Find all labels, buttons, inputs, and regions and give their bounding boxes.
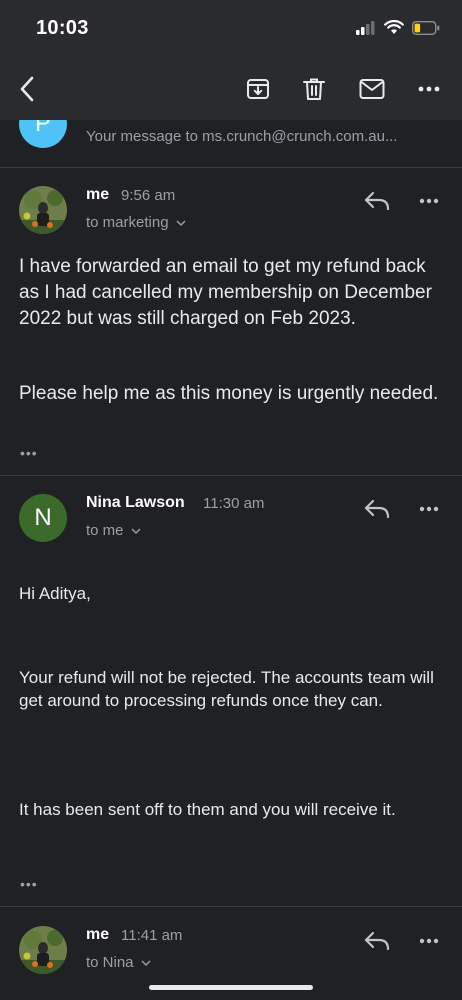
chevron-left-icon: [20, 76, 34, 102]
status-bar: 10:03: [0, 0, 462, 58]
status-time: 10:03: [36, 17, 89, 39]
avatar-nina: N: [19, 494, 67, 542]
archive-icon: [247, 79, 269, 99]
message-body-paragraph: I have forwarded an email to get my refu…: [19, 256, 432, 329]
more-horizontal-icon: [419, 506, 439, 512]
profile-photo-icon: [19, 926, 67, 974]
back-button-overlay[interactable]: [10, 72, 44, 106]
home-indicator[interactable]: [149, 985, 313, 990]
recipient-text: to Nina: [86, 954, 134, 971]
archive-button-overlay[interactable]: [241, 72, 275, 106]
message-more-button[interactable]: [414, 188, 444, 214]
divider: [0, 475, 462, 476]
recipient-text: to marketing: [86, 214, 169, 231]
reply-button[interactable]: [362, 496, 392, 522]
divider: [0, 906, 462, 907]
reply-icon: [364, 191, 390, 211]
show-trimmed-button[interactable]: •••: [20, 445, 38, 461]
sender-name: Nina Lawson: [86, 494, 185, 511]
avatar-me: [19, 926, 67, 974]
message-time: 9:56 am: [121, 187, 176, 204]
toolbar-overlay: [0, 58, 462, 120]
message-time: 11:30 am: [203, 495, 265, 512]
battery-icon: [412, 20, 440, 35]
message-body-paragraph: Your refund will not be rejected. The ac…: [19, 668, 434, 710]
message-body-paragraph: Hi Aditya,: [19, 584, 91, 603]
signal-icon: [356, 20, 375, 35]
more-horizontal-icon: [418, 86, 440, 92]
recipient-line[interactable]: to Nina: [86, 954, 151, 971]
profile-photo-icon: [19, 186, 67, 234]
chevron-down-icon: [176, 220, 186, 227]
recipient-text: to me: [86, 522, 124, 539]
avatar-me: [19, 186, 67, 234]
reply-button[interactable]: [362, 928, 392, 954]
message-more-button[interactable]: [414, 496, 444, 522]
mail-icon: [359, 79, 385, 99]
reply-icon: [364, 931, 390, 951]
delete-button-overlay[interactable]: [297, 72, 331, 106]
more-horizontal-icon: [419, 938, 439, 944]
show-trimmed-button[interactable]: •••: [20, 876, 38, 892]
avatar-letter: N: [34, 504, 52, 531]
collapsed-preview: Your message to ms.crunch@crunch.com.au.…: [86, 128, 398, 145]
message-more-button[interactable]: [414, 928, 444, 954]
wifi-icon: [384, 20, 404, 34]
reply-button[interactable]: [362, 188, 392, 214]
message-time: 11:41 am: [121, 927, 183, 944]
divider: [0, 167, 462, 168]
message-body-paragraph: Please help me as this money is urgently…: [19, 383, 439, 404]
reply-icon: [364, 499, 390, 519]
mark-unread-button-overlay[interactable]: [355, 72, 389, 106]
trash-icon: [303, 78, 325, 100]
chevron-down-icon: [141, 960, 151, 967]
sender-name: me: [86, 186, 110, 203]
status-icons: [356, 20, 440, 35]
chevron-down-icon: [131, 528, 141, 535]
sender-name: me: [86, 926, 110, 943]
recipient-line[interactable]: to marketing: [86, 214, 186, 231]
more-horizontal-icon: [419, 198, 439, 204]
more-button-overlay[interactable]: [412, 72, 446, 106]
recipient-line[interactable]: to me: [86, 522, 141, 539]
message-body-paragraph: It has been sent off to them and you wil…: [19, 800, 396, 819]
